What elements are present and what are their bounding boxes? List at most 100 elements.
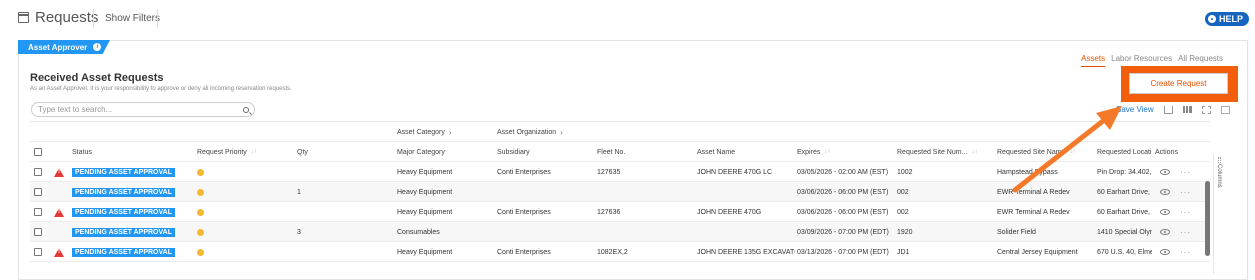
view-eye-icon[interactable]	[1160, 249, 1170, 255]
search-icon[interactable]	[243, 107, 249, 113]
sort-icon[interactable]: ↓↑	[971, 149, 977, 155]
fullscreen-icon[interactable]	[1220, 105, 1230, 114]
role-tab-asset-approver[interactable]: Asset Approver i	[18, 40, 110, 54]
cell-major-category: Heavy Equipment	[397, 208, 453, 216]
more-actions-icon[interactable]: ···	[1180, 188, 1191, 197]
table-row[interactable]: PENDING ASSET APPROVAL 3 Consumables 03/09/…	[30, 222, 1210, 242]
more-actions-icon[interactable]: ···	[1180, 168, 1191, 177]
help-icon	[1207, 15, 1216, 23]
column-header-fleet-no[interactable]: Fleet No.	[597, 142, 625, 162]
column-header-label: Requested Site Name	[997, 148, 1066, 156]
table-row[interactable]: PENDING ASSET APPROVAL Heavy Equipment Con…	[30, 202, 1210, 222]
cell-qty: 3	[297, 228, 301, 236]
columns-side-panel-toggle[interactable]: Columns	[1213, 154, 1225, 274]
warning-icon	[54, 207, 64, 217]
row-checkbox[interactable]	[34, 208, 42, 216]
cell-asset-name	[697, 222, 795, 242]
divider	[157, 9, 158, 27]
cell-location: 60 Earhart Drive, I	[1097, 208, 1152, 216]
column-header-site-num[interactable]: Requested Site Num... ↓↑	[897, 142, 977, 162]
show-filters-button[interactable]: Show Filters	[105, 13, 160, 24]
cell-expires: 03/06/2026 - 06:00 PM (EST)	[797, 208, 889, 216]
search-input[interactable]	[38, 105, 238, 114]
column-header-site-name[interactable]: Requested Site Name ↓↑	[997, 142, 1075, 162]
cell-subsidiary: Conti Enterprises	[497, 208, 551, 216]
cell-priority	[197, 242, 204, 262]
column-header-expires[interactable]: Expires ↓↑	[797, 142, 830, 162]
select-all-checkbox[interactable]	[34, 148, 42, 156]
view-eye-icon[interactable]	[1160, 229, 1170, 235]
cell-expires: 03/05/2026 - 02:00 AM (EST)	[797, 168, 889, 176]
column-header-label: Expires	[797, 148, 821, 156]
cell-status: PENDING ASSET APPROVAL	[72, 182, 175, 202]
more-actions-icon[interactable]: ···	[1180, 248, 1191, 257]
cell-priority	[197, 222, 204, 242]
view-eye-icon[interactable]	[1160, 209, 1170, 215]
group-header-asset-category[interactable]: Asset Category ›	[397, 122, 452, 142]
divider	[93, 9, 94, 27]
table-row[interactable]: PENDING ASSET APPROVAL Heavy Equipment Con…	[30, 242, 1210, 262]
info-icon[interactable]: i	[93, 43, 102, 51]
column-header-status[interactable]: Status	[72, 142, 92, 162]
more-actions-icon[interactable]: ···	[1180, 228, 1191, 237]
row-select-cell	[34, 182, 42, 202]
cell-subsidiary: Conti Enterprises	[497, 168, 551, 176]
column-header-actions: Actions	[1155, 148, 1178, 156]
grid-toolbar: Save View	[1116, 105, 1230, 114]
chevron-right-icon: ›	[560, 127, 563, 137]
column-header-location[interactable]: Requested Locati	[1097, 142, 1152, 162]
cell-fleet-no: 127636	[597, 208, 621, 216]
cell-priority	[197, 162, 204, 182]
cell-subsidiary: Conti Enterprises	[497, 248, 551, 256]
column-header-major-category[interactable]: Major Category	[397, 142, 445, 162]
priority-dot-icon	[197, 208, 204, 216]
fit-columns-icon[interactable]	[1201, 105, 1211, 114]
more-actions-icon[interactable]: ···	[1180, 208, 1191, 217]
row-select-cell	[34, 162, 42, 182]
top-bar: Requests Show Filters HELP	[0, 0, 1255, 32]
row-checkbox[interactable]	[34, 188, 42, 196]
page-title-text: Requests	[35, 9, 99, 26]
row-select-cell	[34, 242, 42, 262]
sort-icon[interactable]: ↓↑	[251, 149, 257, 155]
save-view-button[interactable]: Save View	[1116, 105, 1154, 114]
row-checkbox[interactable]	[34, 168, 42, 176]
cell-asset-name	[697, 182, 795, 202]
cell-site-num: 1002	[897, 168, 913, 176]
group-header-asset-organization[interactable]: Asset Organization ›	[497, 122, 563, 142]
column-header-asset-name[interactable]: Asset Name	[697, 142, 735, 162]
row-checkbox[interactable]	[34, 228, 42, 236]
cell-actions: ···	[1160, 182, 1191, 202]
column-header-row: Status Request Priority ↓↑ Qty Major Cate…	[30, 142, 1210, 162]
warning-icon	[54, 167, 64, 177]
row-checkbox[interactable]	[34, 248, 42, 256]
column-header-qty[interactable]: Qty	[297, 142, 308, 162]
column-header-subsidiary[interactable]: Subsidiary	[497, 142, 530, 162]
sort-icon[interactable]: ↓↑	[824, 149, 830, 155]
create-request-button[interactable]: Create Request	[1129, 73, 1228, 94]
help-label: HELP	[1218, 14, 1243, 24]
calendar-icon	[18, 12, 29, 23]
drag-handle-icon[interactable]	[1218, 157, 1221, 163]
table-row[interactable]: PENDING ASSET APPROVAL Heavy Equipment Con…	[30, 162, 1210, 182]
table-row[interactable]: PENDING ASSET APPROVAL 1 Heavy Equipment 03…	[30, 182, 1210, 202]
cell-site-name: EWR Terminal A Redev	[997, 188, 1070, 196]
sort-icon[interactable]: ↓↑	[1069, 149, 1075, 155]
cell-site-num: JD1	[897, 248, 910, 256]
cell-location: Pin Drop: 34.402,-	[1097, 168, 1152, 176]
status-badge: PENDING ASSET APPROVAL	[72, 167, 175, 177]
vertical-scrollbar[interactable]	[1205, 181, 1210, 256]
view-eye-icon[interactable]	[1160, 169, 1170, 175]
cell-status: PENDING ASSET APPROVAL	[72, 202, 175, 222]
column-header-priority[interactable]: Request Priority ↓↑	[197, 142, 257, 162]
download-icon[interactable]	[1163, 105, 1173, 114]
search-box	[31, 102, 255, 117]
select-all-cell	[34, 142, 42, 162]
cell-asset-name: JOHN DEERE 470G LC	[697, 168, 773, 176]
columns-icon[interactable]	[1182, 106, 1192, 113]
view-eye-icon[interactable]	[1160, 189, 1170, 195]
group-header-row: Asset Category › Asset Organization ›	[30, 122, 1210, 142]
cell-actions: ···	[1160, 202, 1191, 222]
tab-assets[interactable]: Assets	[1081, 54, 1106, 67]
help-button[interactable]: HELP	[1204, 12, 1249, 26]
